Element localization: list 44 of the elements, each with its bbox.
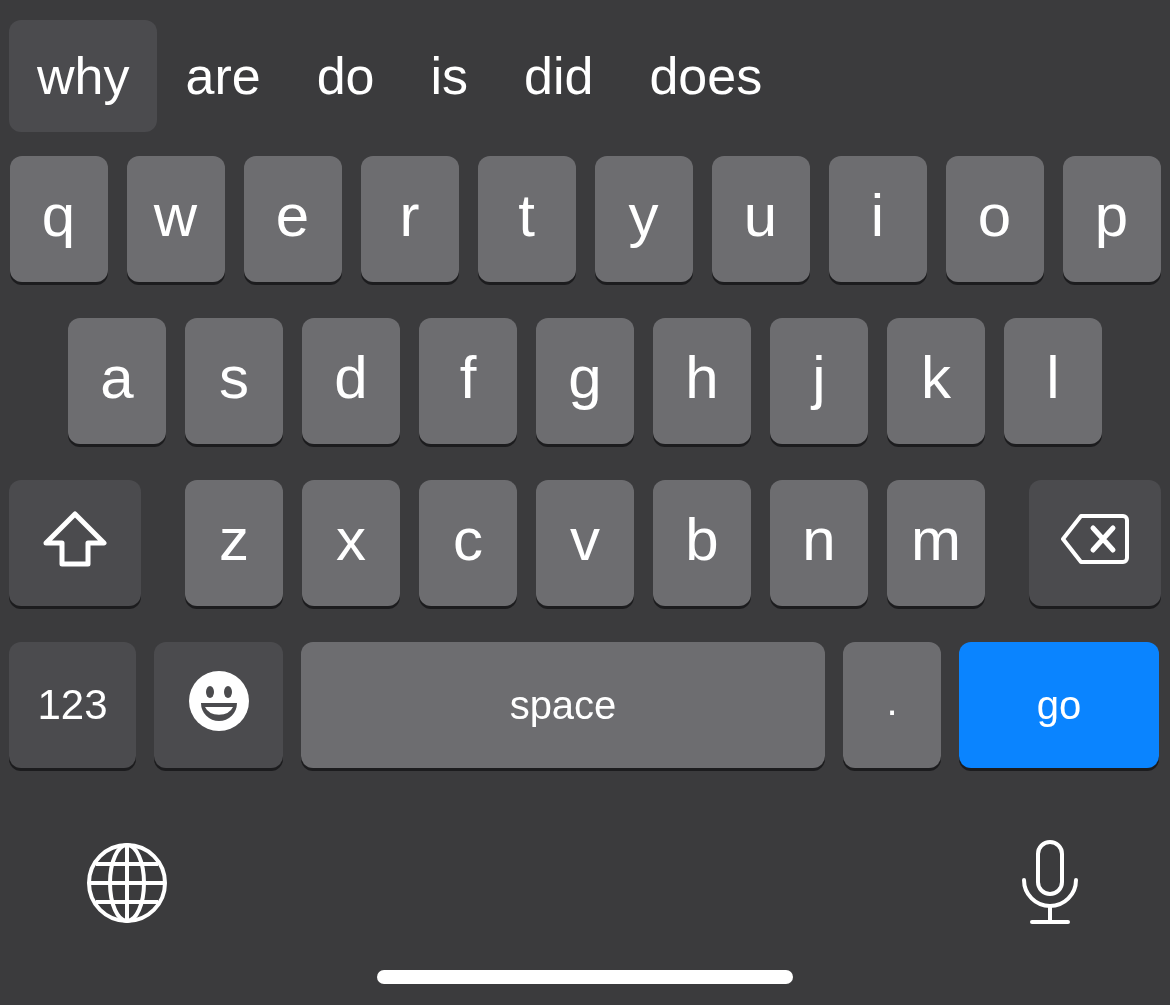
letter-key[interactable]: y (594, 156, 693, 282)
globe-icon[interactable] (86, 842, 168, 924)
letter-key[interactable]: f (419, 318, 517, 444)
letter-key[interactable]: c (419, 480, 517, 606)
period-key[interactable]: . (843, 642, 941, 768)
letter-key[interactable]: t (477, 156, 576, 282)
letter-key[interactable]: d (302, 318, 400, 444)
letter-key[interactable]: z (185, 480, 283, 606)
letter-key[interactable]: p (1062, 156, 1161, 282)
letter-key[interactable]: s (185, 318, 283, 444)
letter-key[interactable]: e (243, 156, 342, 282)
letter-key[interactable]: n (770, 480, 868, 606)
letter-key[interactable]: i (828, 156, 927, 282)
letter-key[interactable]: g (536, 318, 634, 444)
letter-key[interactable]: m (887, 480, 985, 606)
suggestion[interactable]: is (402, 20, 497, 132)
letter-key[interactable]: a (68, 318, 166, 444)
letter-key[interactable]: r (360, 156, 459, 282)
suggestion[interactable]: are (157, 20, 289, 132)
backspace-key[interactable] (1029, 480, 1161, 606)
suggestion[interactable]: did (496, 20, 622, 132)
letter-key[interactable]: u (711, 156, 810, 282)
space-bar[interactable]: space (301, 642, 825, 768)
letter-key[interactable]: w (126, 156, 225, 282)
go-button[interactable]: go (959, 642, 1159, 768)
letter-key[interactable]: v (536, 480, 634, 606)
shift-icon (42, 511, 108, 567)
letter-key[interactable]: q (9, 156, 108, 282)
letter-key[interactable]: j (770, 318, 868, 444)
letter-key[interactable]: h (653, 318, 751, 444)
suggestion[interactable]: does (621, 20, 791, 132)
numbers-key[interactable]: 123 (9, 642, 136, 768)
microphone-icon[interactable] (1020, 840, 1080, 926)
letter-key[interactable]: b (653, 480, 751, 606)
emoji-key[interactable] (154, 642, 283, 768)
letter-key[interactable]: l (1004, 318, 1102, 444)
shift-key[interactable] (9, 480, 141, 606)
smiley-icon (187, 670, 250, 732)
suggestion[interactable]: why (9, 20, 158, 132)
suggestion[interactable]: do (288, 20, 403, 132)
letter-key[interactable]: k (887, 318, 985, 444)
backspace-icon (1061, 513, 1129, 565)
letter-key[interactable]: x (302, 480, 400, 606)
letter-key[interactable]: o (945, 156, 1044, 282)
